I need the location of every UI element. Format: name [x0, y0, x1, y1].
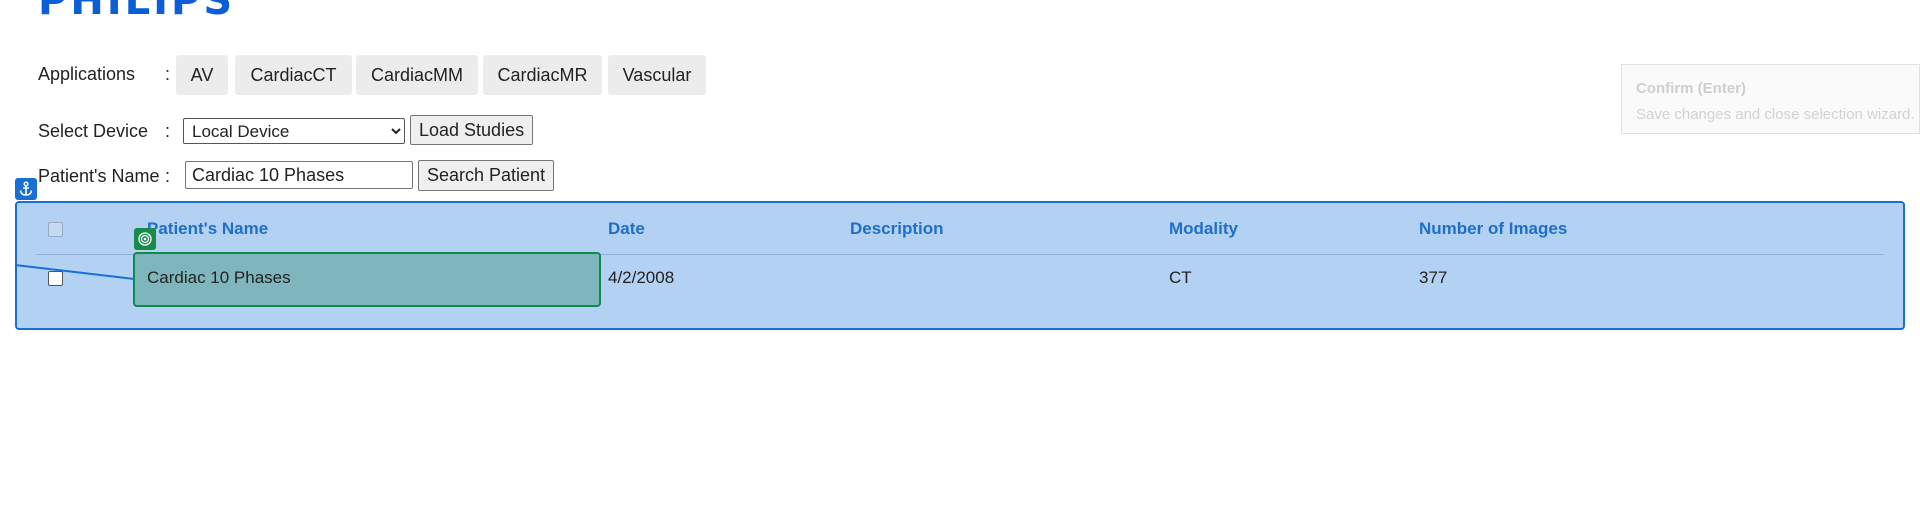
row-checkbox[interactable]: [48, 271, 63, 286]
anchor-icon: [15, 178, 37, 200]
cell-patient-name[interactable]: Cardiac 10 Phases: [147, 268, 291, 288]
anchor-icon-glyph: [19, 181, 33, 196]
target-icon: [134, 228, 156, 250]
cell-date: 4/2/2008: [608, 268, 675, 287]
cell-modality: CT: [1169, 268, 1192, 287]
cell-number-of-images: 377: [1419, 268, 1448, 287]
target-icon-glyph: [138, 232, 152, 246]
